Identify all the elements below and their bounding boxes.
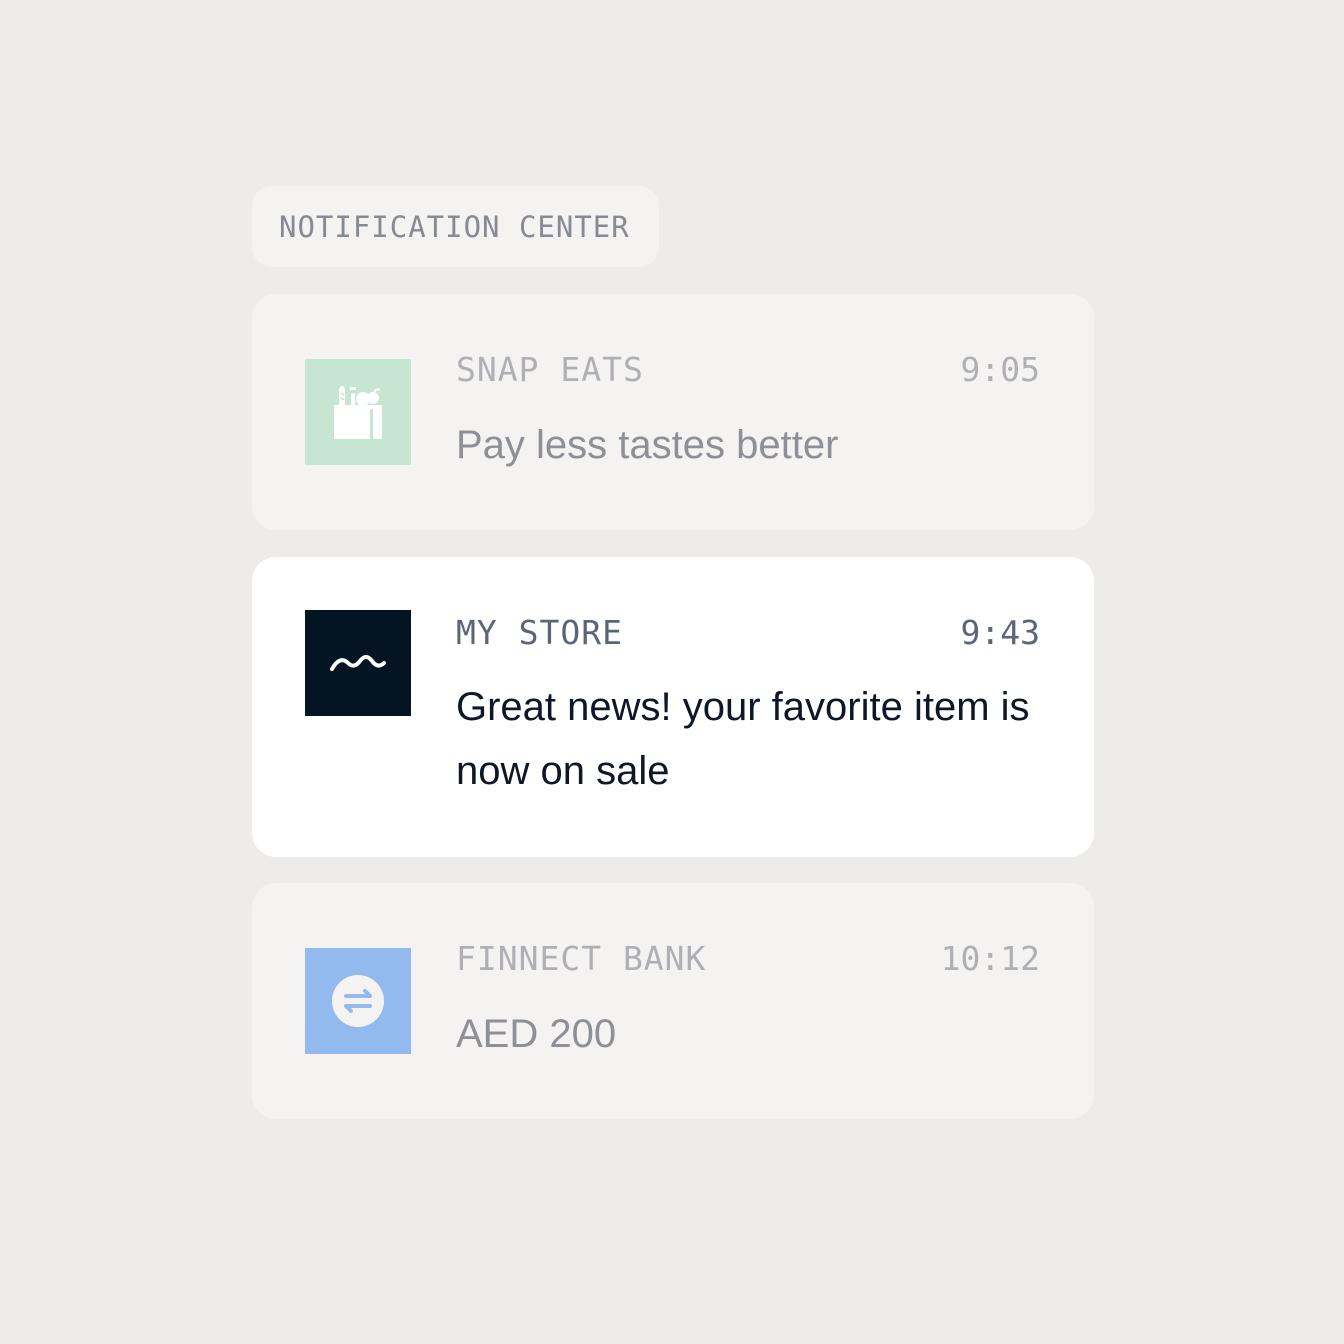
notification-time: 9:43 (960, 613, 1040, 652)
transfer-arrows-icon (305, 948, 411, 1054)
notification-time: 10:12 (940, 939, 1040, 978)
grocery-bag-icon (305, 359, 411, 465)
notification-message: Pay less tastes better (456, 423, 839, 467)
notification-card-finnect-bank[interactable]: FINNECT BANK 10:12 AED 200 (252, 883, 1094, 1119)
notification-time: 9:05 (960, 350, 1040, 389)
app-name: MY STORE (456, 613, 623, 652)
notification-message: Great news! your favorite item is now on… (456, 685, 1030, 793)
header-title: NOTIFICATION CENTER (279, 209, 630, 244)
notification-card-my-store[interactable]: MY STORE 9:43 Great news! your favorite … (252, 557, 1094, 857)
app-name: SNAP EATS (456, 350, 644, 389)
app-name: FINNECT BANK (456, 939, 707, 978)
wave-logo-icon (305, 610, 411, 716)
notification-message: AED 200 (456, 1012, 617, 1056)
notification-center-header: NOTIFICATION CENTER (252, 186, 659, 267)
notification-card-snap-eats[interactable]: SNAP EATS 9:05 Pay less tastes better (252, 294, 1094, 530)
